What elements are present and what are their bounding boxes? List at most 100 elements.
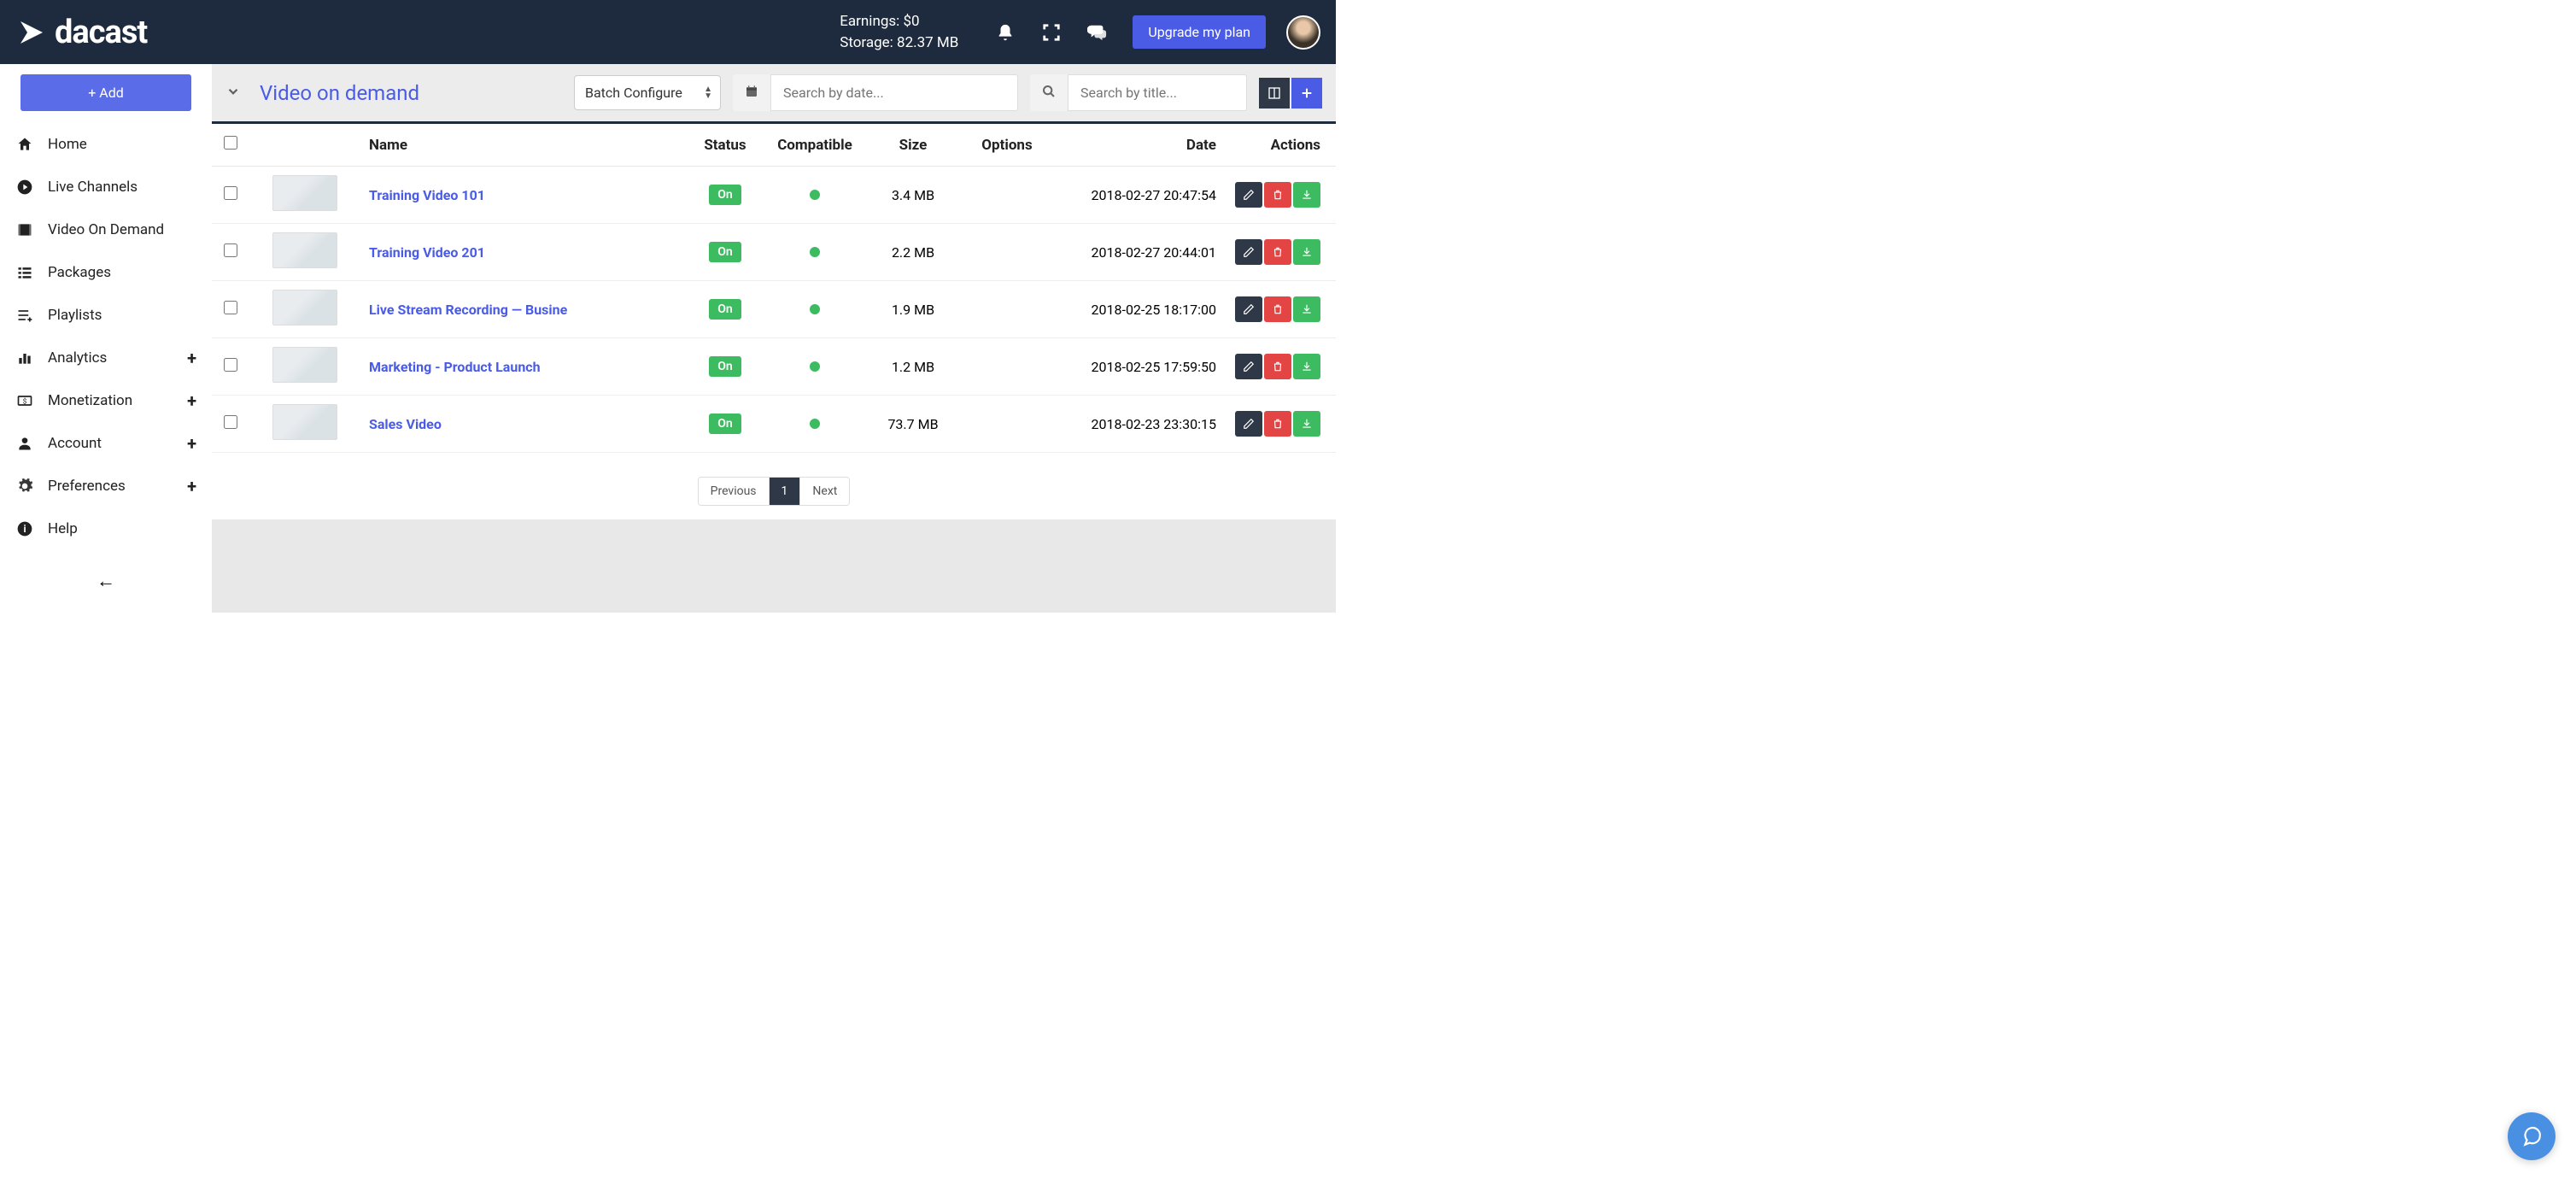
search-by-title-input[interactable] [1068, 74, 1247, 111]
row-checkbox[interactable] [224, 243, 237, 257]
sidebar-item-packages[interactable]: Packages [10, 251, 202, 294]
download-button[interactable] [1293, 354, 1320, 379]
user-avatar[interactable] [1286, 15, 1320, 50]
delete-button[interactable] [1264, 182, 1291, 208]
svg-text:$: $ [23, 396, 27, 406]
add-video-button[interactable] [1291, 78, 1322, 109]
sidebar-item-analytics[interactable]: Analytics + [10, 337, 202, 379]
edit-button[interactable] [1235, 182, 1262, 208]
add-button[interactable]: + Add [20, 74, 191, 111]
download-button[interactable] [1293, 296, 1320, 322]
video-date: 2018-02-23 23:30:15 [1054, 396, 1225, 453]
play-circle-icon [15, 178, 34, 196]
video-thumbnail[interactable] [272, 175, 337, 211]
video-name-link[interactable]: Marketing - Product Launch [369, 359, 541, 375]
video-size: 1.9 MB [866, 281, 960, 338]
logo[interactable]: dacast [19, 14, 147, 51]
title-search [1030, 74, 1247, 111]
main-content: Video on demand Batch Configure ▲▼ [212, 64, 1336, 613]
column-date: Date [1054, 123, 1225, 167]
bar-chart-icon [15, 349, 34, 367]
video-name-link[interactable]: Sales Video [369, 416, 442, 432]
video-options [960, 224, 1054, 281]
video-name-link[interactable]: Live Stream Recording — Busine [369, 302, 567, 318]
batch-configure-select[interactable]: Batch Configure ▲▼ [574, 75, 721, 110]
sidebar-item-preferences[interactable]: Preferences + [10, 465, 202, 507]
sidebar-item-help[interactable]: i Help [10, 507, 202, 550]
collapse-sidebar-icon[interactable]: ← [85, 558, 127, 604]
sidebar-item-playlists[interactable]: Playlists [10, 294, 202, 337]
pagination-prev[interactable]: Previous [699, 478, 770, 505]
sidebar-item-label: Account [48, 435, 102, 452]
sidebar-item-label: Playlists [48, 307, 102, 324]
sidebar-item-account[interactable]: Account + [10, 422, 202, 465]
delete-button[interactable] [1264, 354, 1291, 379]
expand-icon[interactable]: + [187, 348, 196, 368]
sidebar-item-monetization[interactable]: $ Monetization + [10, 379, 202, 422]
compatible-indicator [810, 419, 820, 429]
video-thumbnail[interactable] [272, 232, 337, 268]
expand-icon[interactable]: + [187, 433, 196, 454]
table-row: Live Stream Recording — Busine On 1.9 MB… [212, 281, 1336, 338]
messages-icon[interactable] [1083, 18, 1112, 47]
expand-icon[interactable]: + [187, 390, 196, 411]
dollar-icon: $ [15, 391, 34, 410]
sidebar-item-label: Help [48, 520, 78, 537]
search-icon[interactable] [1030, 75, 1068, 111]
pagination-page-1[interactable]: 1 [770, 478, 801, 505]
video-thumbnail[interactable] [272, 347, 337, 383]
pagination-next[interactable]: Next [800, 478, 849, 505]
edit-button[interactable] [1235, 411, 1262, 437]
chat-fab-icon[interactable] [2508, 1112, 2556, 1160]
video-options [960, 396, 1054, 453]
video-options [960, 167, 1054, 224]
download-button[interactable] [1293, 411, 1320, 437]
gear-icon [15, 477, 34, 496]
status-badge: On [709, 414, 741, 434]
table-row: Marketing - Product Launch On 1.2 MB 201… [212, 338, 1336, 396]
batch-configure-dropdown[interactable]: Batch Configure [574, 75, 721, 110]
video-table: Name Status Compatible Size Options Date… [212, 121, 1336, 453]
view-actions [1259, 78, 1322, 109]
delete-button[interactable] [1264, 411, 1291, 437]
logo-icon [19, 20, 50, 45]
row-checkbox[interactable] [224, 186, 237, 200]
info-icon: i [15, 519, 34, 538]
calendar-icon[interactable] [733, 75, 770, 111]
delete-button[interactable] [1264, 296, 1291, 322]
edit-button[interactable] [1235, 354, 1262, 379]
video-thumbnail[interactable] [272, 404, 337, 440]
fullscreen-icon[interactable] [1037, 18, 1066, 47]
video-thumbnail[interactable] [272, 290, 337, 326]
sidebar-item-vod[interactable]: Video On Demand [10, 208, 202, 251]
video-name-link[interactable]: Training Video 201 [369, 244, 485, 261]
video-name-link[interactable]: Training Video 101 [369, 187, 485, 203]
edit-button[interactable] [1235, 239, 1262, 265]
column-options: Options [960, 123, 1054, 167]
sidebar-item-home[interactable]: Home [10, 123, 202, 166]
select-all-checkbox[interactable] [224, 136, 237, 150]
svg-text:i: i [23, 523, 26, 535]
status-badge: On [709, 356, 741, 377]
row-checkbox[interactable] [224, 415, 237, 429]
notifications-icon[interactable] [991, 18, 1020, 47]
date-search [733, 74, 1018, 111]
row-checkbox[interactable] [224, 301, 237, 314]
expand-icon[interactable]: + [187, 476, 196, 496]
search-by-date-input[interactable] [770, 74, 1018, 111]
sidebar-item-label: Preferences [48, 478, 126, 495]
download-button[interactable] [1293, 182, 1320, 208]
download-button[interactable] [1293, 239, 1320, 265]
edit-button[interactable] [1235, 296, 1262, 322]
video-date: 2018-02-27 20:47:54 [1054, 167, 1225, 224]
status-badge: On [709, 299, 741, 320]
row-checkbox[interactable] [224, 358, 237, 372]
video-size: 73.7 MB [866, 396, 960, 453]
sidebar-item-live-channels[interactable]: Live Channels [10, 166, 202, 208]
column-size: Size [866, 123, 960, 167]
columns-button[interactable] [1259, 78, 1290, 109]
upgrade-plan-button[interactable]: Upgrade my plan [1133, 15, 1266, 49]
chevron-down-icon[interactable] [225, 84, 241, 103]
delete-button[interactable] [1264, 239, 1291, 265]
sidebar-item-label: Video On Demand [48, 221, 164, 238]
